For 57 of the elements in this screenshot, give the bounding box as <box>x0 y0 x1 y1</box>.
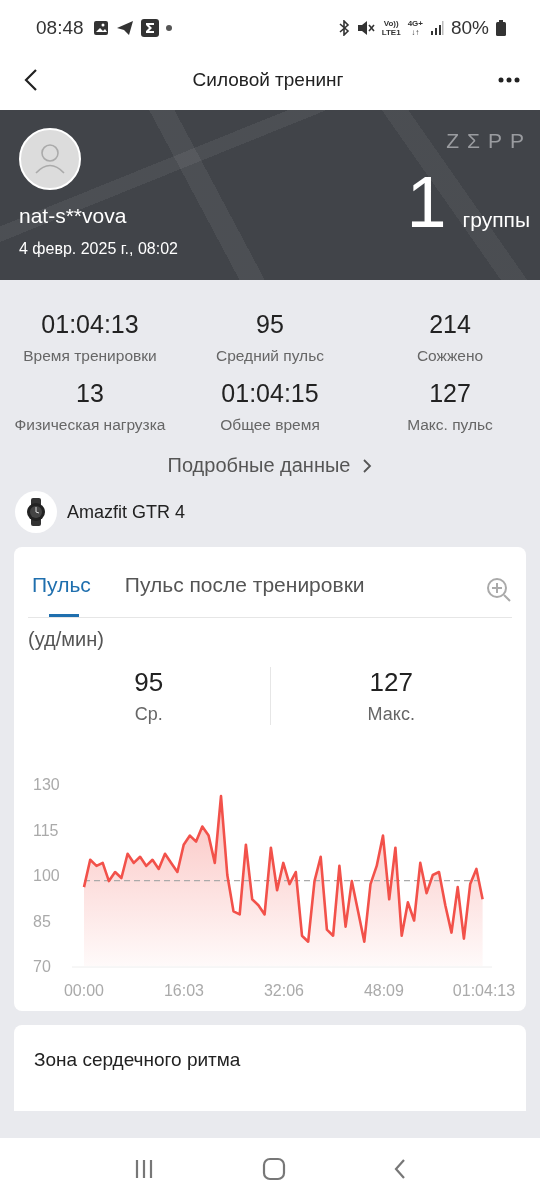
stat-label: Время тренировки <box>23 347 157 365</box>
summary-label: Макс. <box>367 704 415 725</box>
stat-label: Сожжено <box>416 347 484 365</box>
unit-label: (уд/мин) <box>28 628 105 651</box>
sets-count: 1 <box>406 167 447 237</box>
stat-label: Средний пульс <box>216 347 324 365</box>
workout-date: 4 февр. 2025 г., 08:02 <box>19 240 178 258</box>
zoom-in-icon[interactable] <box>486 577 512 603</box>
page-title: Силовой тренинг <box>192 69 344 91</box>
home-icon[interactable] <box>262 1157 286 1181</box>
network-label: 4G+ ↓↑ <box>407 19 423 37</box>
watch-icon <box>15 491 57 533</box>
stat-label: Общее время <box>220 416 320 434</box>
y-tick-label: 115 <box>33 821 59 839</box>
stat-label: Физическая нагрузка <box>14 416 166 434</box>
mute-icon <box>356 20 375 36</box>
summary-value: 95 <box>134 667 164 698</box>
tab[interactable]: Пульс <box>28 563 95 617</box>
card-title: Зона сердечного ритма <box>34 1049 241 1070</box>
x-tick-label: 32:06 <box>263 982 304 999</box>
logo: ZΣPP <box>446 129 532 153</box>
stat-value: 95 <box>256 310 284 339</box>
user-name: nat-s**vova <box>19 204 128 228</box>
dot-icon <box>165 25 172 31</box>
sigma-icon <box>140 19 159 37</box>
x-tick-label: 01:04:13 <box>452 982 516 999</box>
y-tick-label: 100 <box>33 867 60 884</box>
y-tick-label: 130 <box>33 776 60 793</box>
x-tick-label: 48:09 <box>363 982 404 999</box>
sets-unit: группы <box>462 208 530 232</box>
stat-value: 13 <box>76 379 104 408</box>
details-link[interactable]: Подробные данные <box>167 454 373 477</box>
battery-icon <box>496 20 506 36</box>
stat-value: 01:04:13 <box>41 310 139 339</box>
more-icon[interactable] <box>498 77 520 83</box>
stat-label: Макс. пульс <box>407 416 493 434</box>
summary-label: Ср. <box>134 704 163 725</box>
stat-value: 214 <box>429 310 471 339</box>
y-tick-label: 85 <box>33 912 51 930</box>
stat-value: 01:04:15 <box>221 379 319 408</box>
volte-label: Vo)) LTE1 <box>381 19 401 37</box>
battery-percent: 80% <box>450 17 489 39</box>
x-tick-label: 00:00 <box>64 982 104 999</box>
signal-icon <box>429 21 444 35</box>
x-tick-label: 16:03 <box>163 982 204 999</box>
status-time: 08:48 <box>36 17 84 39</box>
paper-plane-icon <box>115 20 134 36</box>
stat-value: 127 <box>429 379 471 408</box>
y-tick-label: 70 <box>33 958 51 975</box>
avatar[interactable] <box>19 128 81 190</box>
bluetooth-icon <box>337 20 350 36</box>
chevron-icon <box>362 457 373 474</box>
summary-value: 127 <box>369 667 413 698</box>
device-name: Amazfit GTR 4 <box>67 501 186 523</box>
back-icon[interactable] <box>24 68 38 92</box>
tab[interactable]: Пульс после тренировки <box>120 563 369 617</box>
image-icon <box>92 20 109 36</box>
